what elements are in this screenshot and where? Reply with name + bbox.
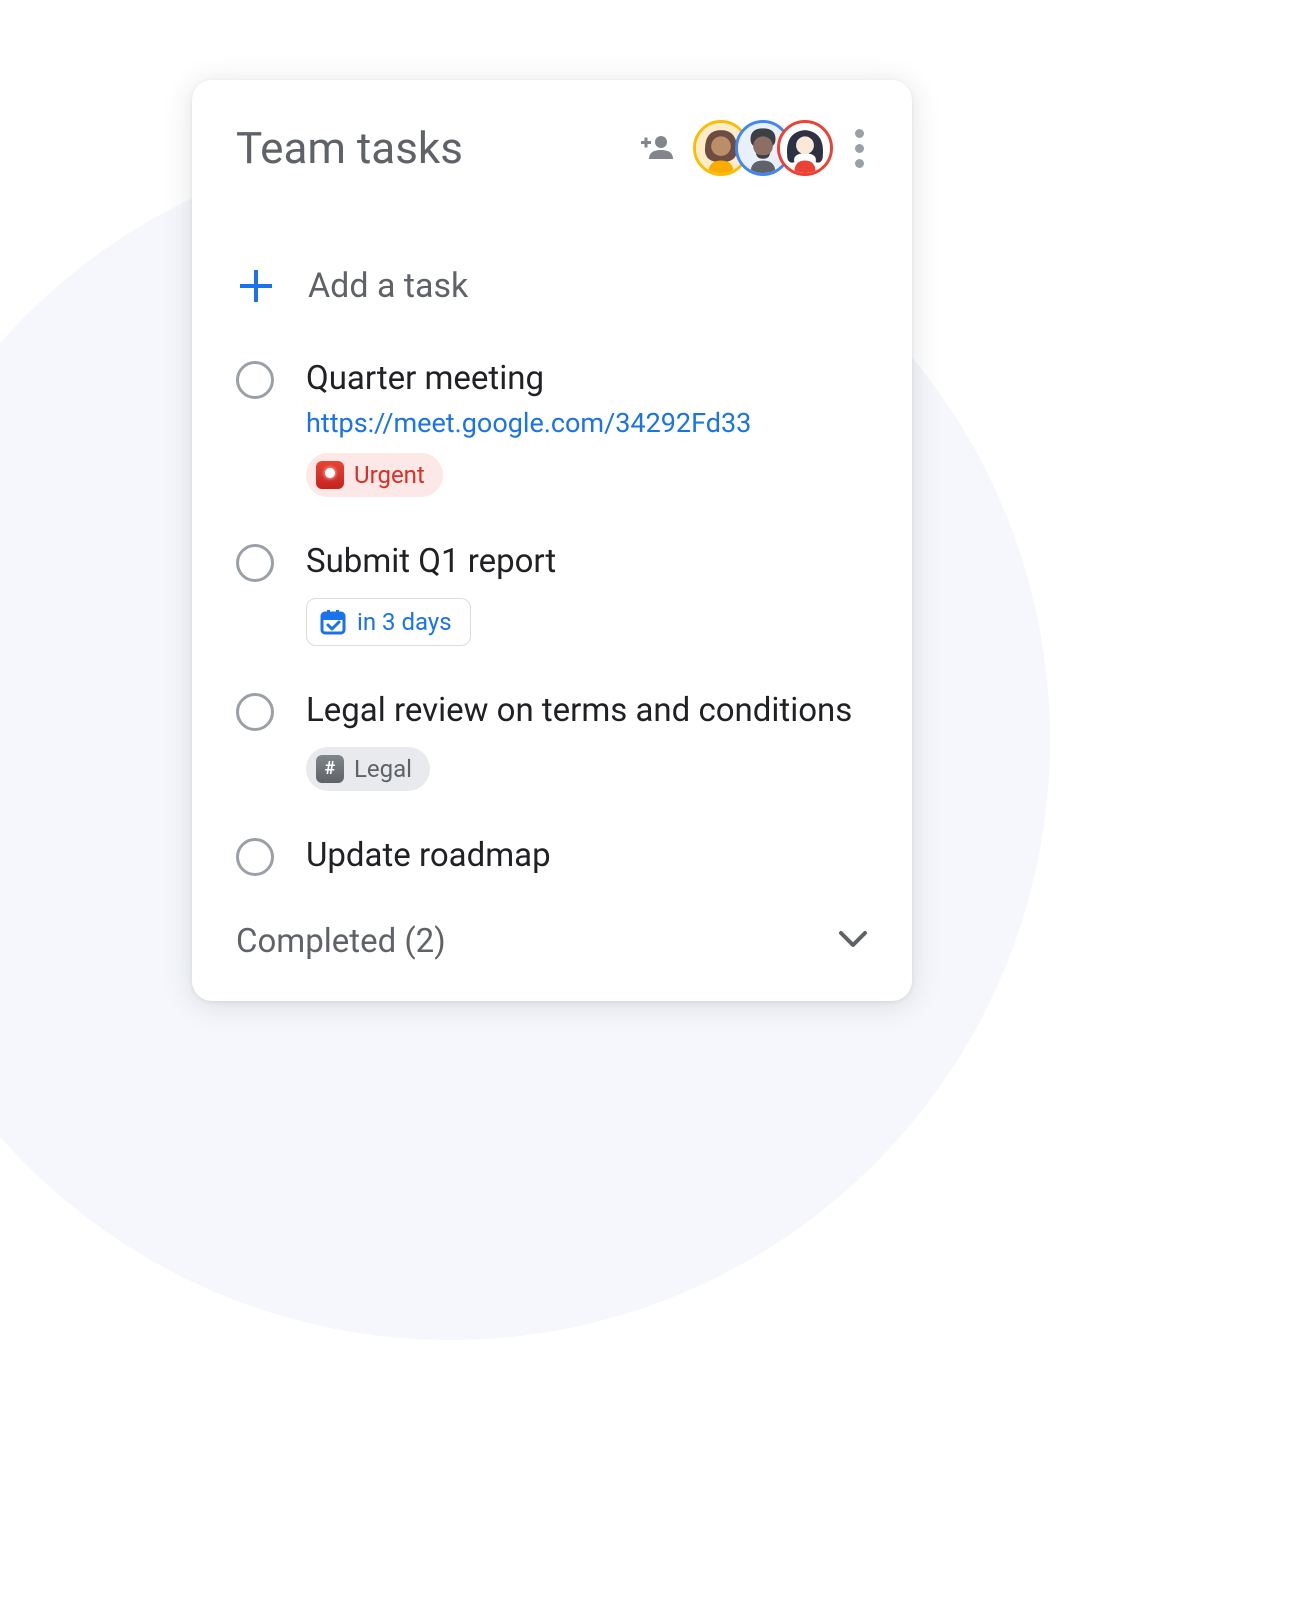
siren-icon	[316, 461, 344, 489]
task-content[interactable]: Quarter meeting https://meet.google.com/…	[306, 358, 868, 497]
add-task-button[interactable]: Add a task	[236, 266, 868, 306]
chip-label: in 3 days	[357, 608, 452, 636]
card-title: Team tasks	[236, 122, 463, 174]
task-checkbox[interactable]	[236, 361, 274, 399]
date-chip[interactable]: in 3 days	[306, 598, 471, 646]
avatar[interactable]	[777, 120, 833, 176]
task-title: Legal review on terms and conditions	[306, 690, 868, 733]
card-header: Team tasks	[236, 120, 868, 176]
task-link[interactable]: https://meet.google.com/34292Fd33	[306, 407, 868, 439]
task-checkbox[interactable]	[236, 693, 274, 731]
task-title: Quarter meeting	[306, 358, 868, 401]
tag-legal[interactable]: # Legal	[306, 747, 430, 791]
task-checkbox[interactable]	[236, 544, 274, 582]
hash-icon: #	[316, 755, 344, 783]
completed-section-toggle[interactable]: Completed (2)	[236, 922, 868, 961]
completed-label: Completed (2)	[236, 922, 446, 961]
chevron-down-icon	[838, 930, 868, 952]
task-item: Quarter meeting https://meet.google.com/…	[236, 358, 868, 497]
tag-label: Legal	[354, 755, 412, 783]
task-item: Update roadmap	[236, 835, 868, 878]
task-content[interactable]: Legal review on terms and conditions # L…	[306, 690, 868, 791]
task-title: Update roadmap	[306, 835, 868, 878]
task-content[interactable]: Submit Q1 report in 3 days	[306, 541, 868, 646]
add-person-icon[interactable]	[641, 135, 675, 161]
more-menu-icon[interactable]	[851, 125, 868, 172]
header-actions	[641, 120, 868, 176]
task-checkbox[interactable]	[236, 838, 274, 876]
calendar-check-icon	[319, 608, 347, 636]
tag-label: Urgent	[354, 461, 425, 489]
collaborator-avatars[interactable]	[693, 120, 833, 176]
task-content[interactable]: Update roadmap	[306, 835, 868, 878]
add-task-label: Add a task	[308, 266, 468, 306]
tag-urgent[interactable]: Urgent	[306, 453, 443, 497]
plus-icon	[236, 268, 276, 304]
task-item: Legal review on terms and conditions # L…	[236, 690, 868, 791]
task-title: Submit Q1 report	[306, 541, 868, 584]
tasks-card: Team tasks	[192, 80, 912, 1001]
task-item: Submit Q1 report in 3 days	[236, 541, 868, 646]
